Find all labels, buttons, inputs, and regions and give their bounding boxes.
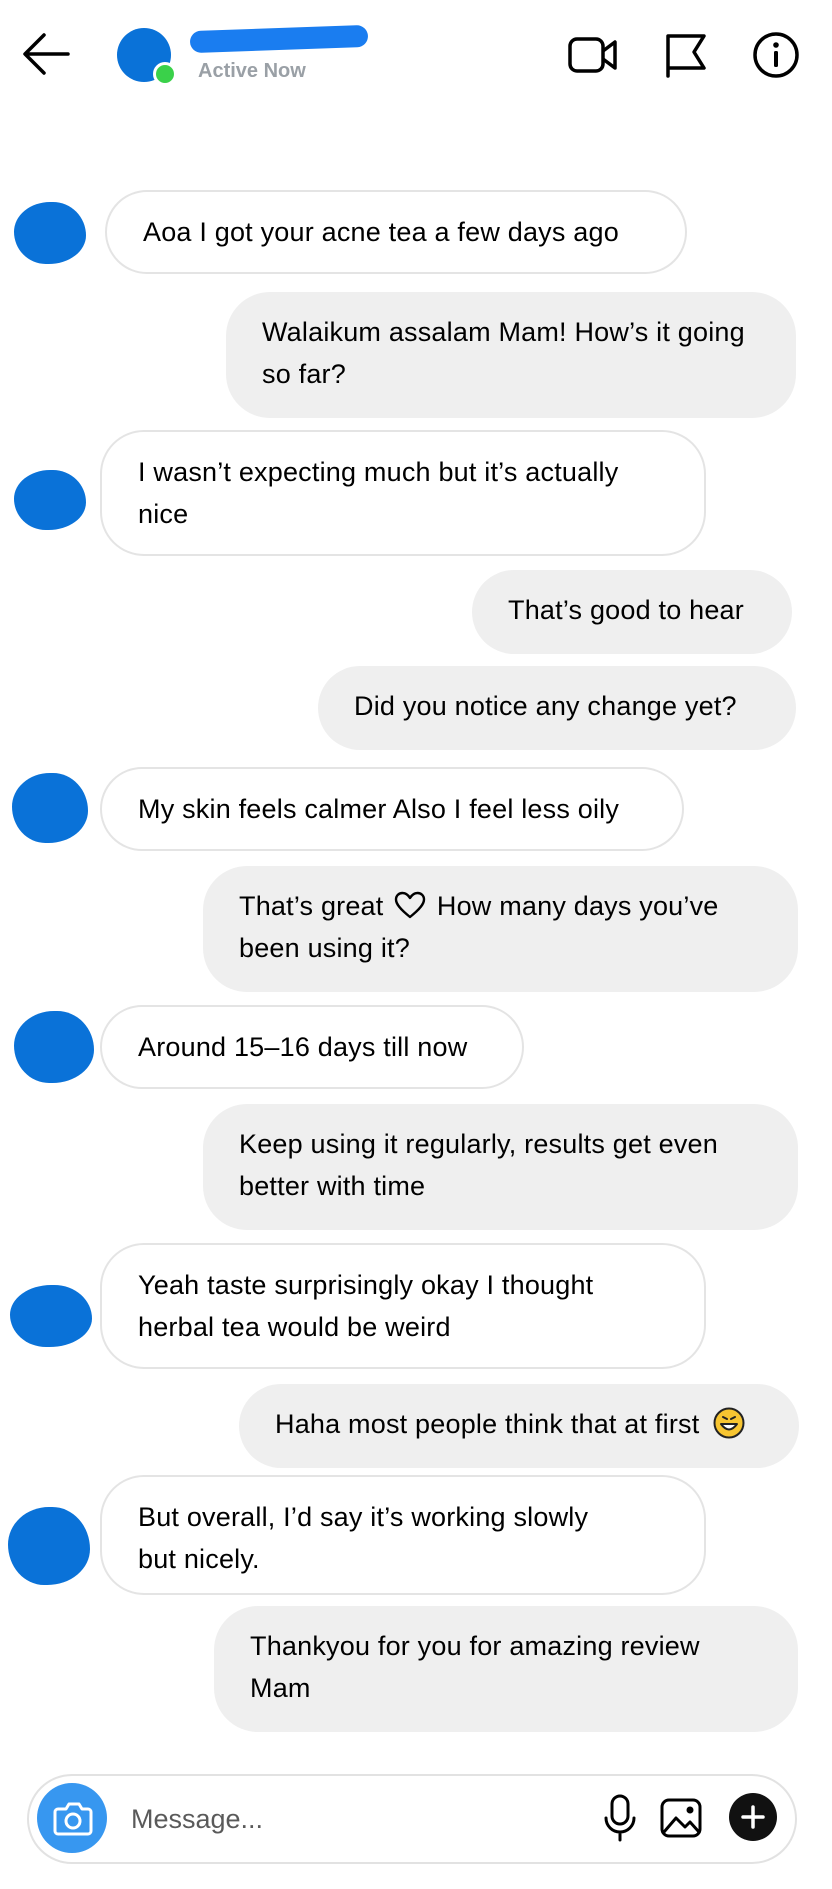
message-text: Thankyou for you for amazing review Mam: [250, 1631, 700, 1703]
message-text: That’s great: [239, 891, 384, 921]
camera-icon: [53, 1802, 93, 1836]
message-text: been using it?: [239, 933, 410, 963]
message-text: My skin feels calmer Also I feel less oi…: [138, 794, 620, 824]
sender-avatar: [8, 1507, 90, 1585]
message-bubble[interactable]: Did you notice any change yet?: [318, 666, 796, 750]
message-bubble[interactable]: Walaikum assalam Mam! How’s it going so …: [226, 292, 796, 418]
back-arrow-icon[interactable]: [20, 30, 72, 78]
message-input[interactable]: [129, 1790, 573, 1848]
message-bubble[interactable]: Thankyou for you for amazing review Mam: [214, 1606, 798, 1732]
online-status-dot: [153, 62, 177, 86]
message-bubble[interactable]: Yeah taste surprisingly okay I thought h…: [100, 1243, 706, 1369]
message-text: Aoa I got your acne tea a few days ago: [143, 217, 619, 247]
message-bubble[interactable]: That’s great How many days you’ve been u…: [203, 866, 798, 992]
message-text: Walaikum assalam Mam! How’s it going so …: [262, 317, 745, 389]
sender-avatar: [14, 202, 86, 264]
message-text: Haha most people think that at first: [275, 1409, 700, 1439]
message-text: How many days you’ve: [436, 891, 719, 921]
flag-icon[interactable]: [660, 30, 712, 80]
sender-avatar: [12, 773, 88, 843]
message-bubble[interactable]: That’s good to hear: [472, 570, 792, 654]
message-text: I wasn’t expecting much but it’s actuall…: [138, 457, 619, 529]
microphone-icon[interactable]: [596, 1792, 644, 1844]
message-text: but nicely.: [138, 1544, 260, 1574]
message-composer: [27, 1774, 797, 1864]
message-text: That’s good to hear: [508, 595, 744, 625]
message-bubble[interactable]: Around 15–16 days till now: [100, 1005, 524, 1089]
contact-name-redacted[interactable]: [189, 24, 369, 54]
message-bubble[interactable]: I wasn’t expecting much but it’s actuall…: [100, 430, 706, 556]
heart-icon: [394, 891, 426, 919]
add-button[interactable]: [729, 1793, 777, 1841]
sender-avatar: [10, 1285, 92, 1347]
message-text: But overall, I’d say it’s working slowly: [138, 1502, 589, 1532]
message-text: Around 15–16 days till now: [138, 1032, 468, 1062]
plus-icon: [741, 1805, 765, 1829]
sender-avatar: [14, 470, 86, 530]
message-text: Keep using it regularly, results get eve…: [239, 1129, 718, 1201]
gallery-icon[interactable]: [657, 1792, 705, 1844]
camera-button[interactable]: [37, 1783, 107, 1853]
info-icon[interactable]: [750, 30, 802, 80]
message-bubble[interactable]: Haha most people think that at first: [239, 1384, 799, 1468]
sender-avatar: [14, 1011, 94, 1083]
message-text: Did you notice any change yet?: [354, 691, 737, 721]
message-bubble[interactable]: But overall, I’d say it’s working slowly…: [100, 1475, 706, 1595]
message-bubble[interactable]: My skin feels calmer Also I feel less oi…: [100, 767, 684, 851]
message-bubble[interactable]: Aoa I got your acne tea a few days ago: [105, 190, 687, 274]
message-text: Yeah taste surprisingly okay I thought h…: [138, 1270, 594, 1342]
grinning-emoji-icon: [713, 1407, 745, 1439]
video-call-icon[interactable]: [567, 30, 619, 80]
active-status: Active Now: [198, 60, 306, 82]
chat-header: Active Now: [0, 0, 832, 110]
message-bubble[interactable]: Keep using it regularly, results get eve…: [203, 1104, 798, 1230]
